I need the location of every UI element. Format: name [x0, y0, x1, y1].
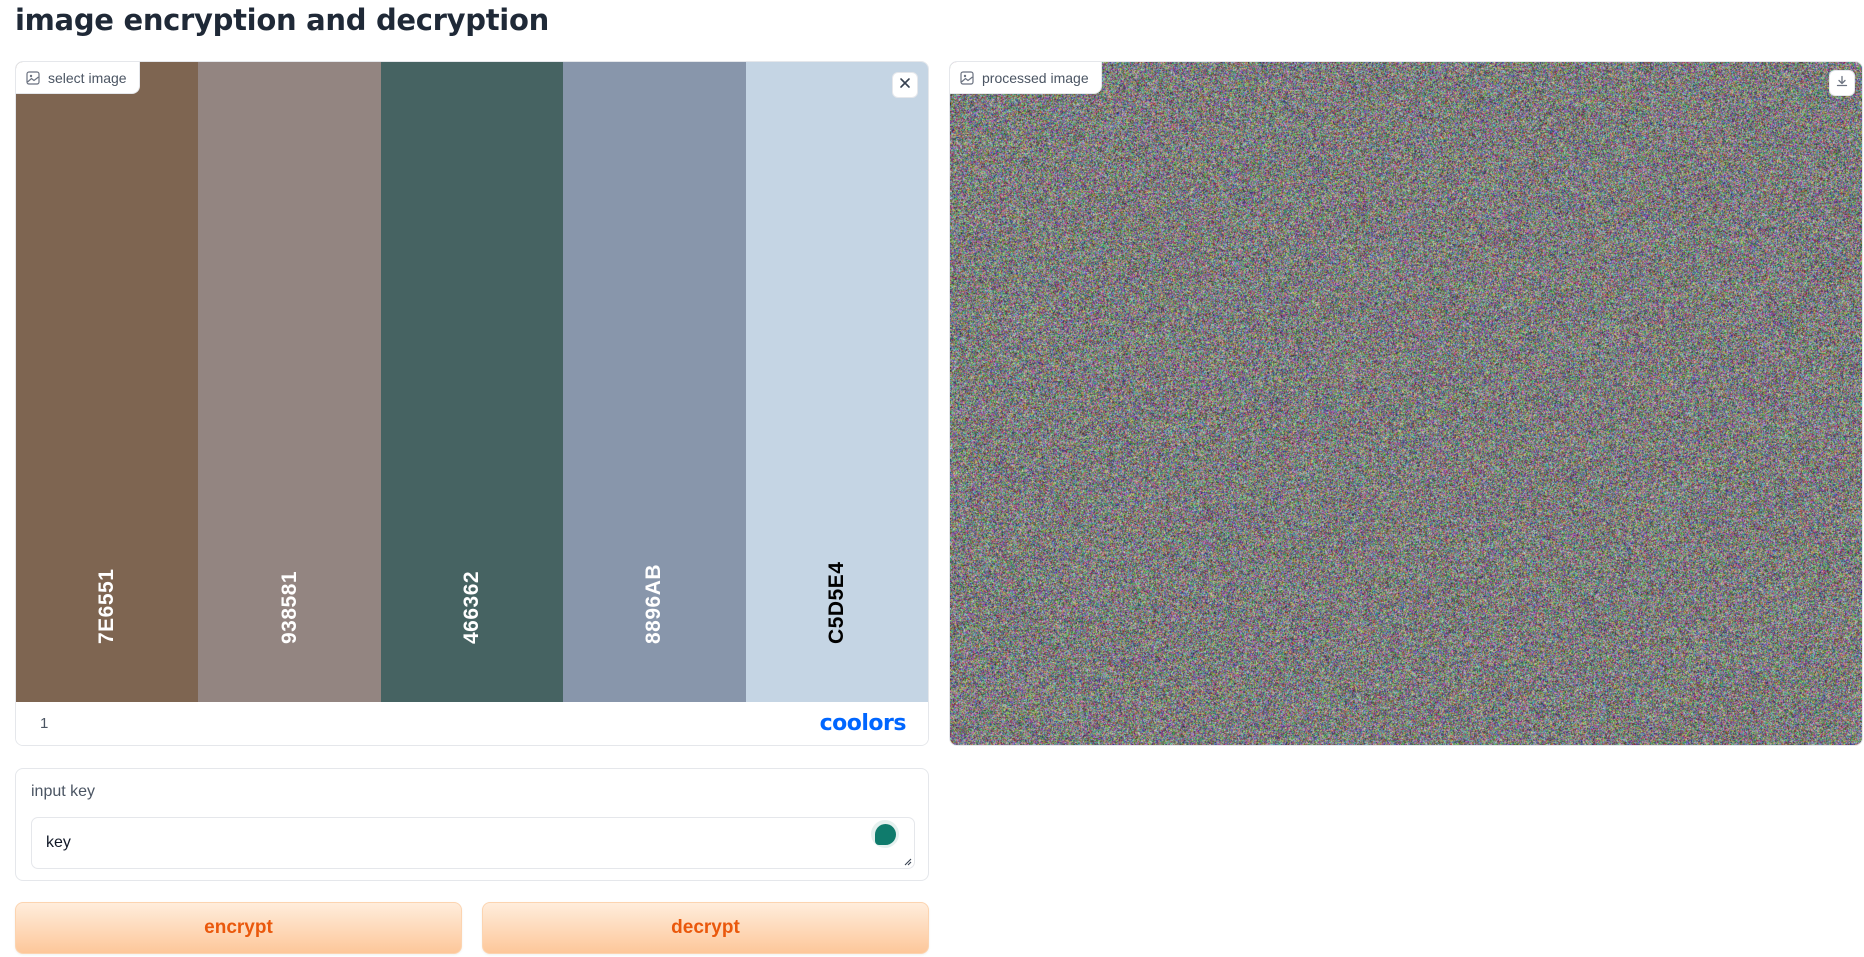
processed-image-panel: processed image [949, 61, 1863, 746]
grammar-assistant-icon[interactable] [871, 820, 899, 848]
swatch-hex-code: 938581 [277, 570, 301, 644]
close-icon [899, 76, 911, 94]
swatch-hex-code: 466362 [460, 570, 484, 644]
palette-footer: 1 coolors [16, 702, 928, 745]
input-image-label: select image [16, 62, 140, 94]
input-image-label-text: select image [48, 69, 127, 86]
palette-swatch: 466362 [380, 62, 564, 702]
encrypt-button[interactable]: encrypt [15, 902, 462, 954]
page-title: image encryption and decryption [15, 3, 549, 37]
palette-swatch: C5D5E4 [745, 62, 928, 702]
download-icon [1836, 74, 1848, 92]
processed-image-label: processed image [950, 62, 1102, 94]
download-button[interactable] [1829, 70, 1855, 96]
palette-swatch: 8896AB [563, 62, 746, 702]
swatch-hex-code: C5D5E4 [824, 561, 848, 644]
key-input-wrapper [31, 817, 915, 869]
key-input-label: input key [31, 783, 96, 800]
palette-swatch: 7E6551 [16, 62, 199, 702]
page-number: 1 [40, 715, 49, 732]
input-image-panel[interactable]: select image 7E6551 938581 466362 8896AB C5D… [15, 61, 929, 746]
key-input[interactable] [32, 818, 914, 868]
processed-image [950, 62, 1862, 745]
coolors-logo: coolors [819, 711, 907, 736]
resize-handle-icon[interactable] [902, 856, 912, 866]
decrypt-button[interactable]: decrypt [482, 902, 929, 954]
image-icon [26, 70, 40, 85]
palette-image: 7E6551 938581 466362 8896AB C5D5E4 [16, 62, 928, 702]
swatch-hex-code: 7E6551 [95, 568, 119, 644]
processed-image-label-text: processed image [982, 69, 1089, 86]
palette-swatch: 938581 [198, 62, 381, 702]
image-icon [960, 70, 974, 85]
clear-image-button[interactable] [892, 72, 918, 98]
key-input-block: input key [15, 768, 929, 881]
swatch-hex-code: 8896AB [642, 563, 666, 644]
